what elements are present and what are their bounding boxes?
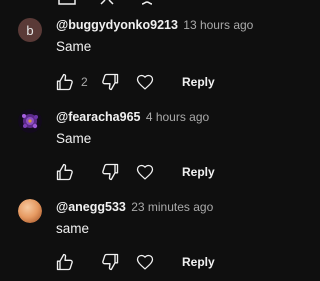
like-button[interactable]: 2	[55, 72, 88, 92]
thumb-up-icon[interactable]	[57, 0, 77, 5]
avatar[interactable]	[18, 199, 42, 223]
thumb-up-icon	[55, 72, 75, 92]
thumb-up-icon	[55, 252, 75, 272]
heart-icon	[135, 72, 155, 92]
reply-button[interactable]: Reply	[182, 72, 215, 92]
comment-header: @anegg533 23 minutes ago	[56, 199, 213, 215]
comment-text: Same	[56, 39, 92, 54]
dislike-button[interactable]	[100, 252, 120, 272]
comment-item: @fearacha965 4 hours ago Same Reply	[0, 109, 285, 189]
comment-actions: Reply	[55, 252, 275, 272]
avatar-letter: b	[26, 22, 34, 38]
dislike-button[interactable]	[100, 162, 120, 182]
thumb-down-icon	[100, 162, 120, 182]
thumb-down-icon	[100, 72, 120, 92]
previous-comment-actions	[57, 0, 157, 5]
comment-header: @buggydyonko9213 13 hours ago	[56, 17, 253, 33]
like-button[interactable]	[55, 162, 75, 182]
comment-actions: Reply	[55, 162, 275, 182]
avatar[interactable]	[18, 109, 42, 133]
heart-icon	[135, 162, 155, 182]
thumb-down-icon[interactable]	[97, 0, 117, 5]
comment-item: @anegg533 23 minutes ago same Reply	[0, 199, 285, 279]
reply-button[interactable]: Reply	[182, 252, 215, 272]
heart-icon	[135, 252, 155, 272]
avatar-image	[18, 109, 42, 133]
comment-author[interactable]: @anegg533	[56, 200, 126, 214]
like-count: 2	[81, 75, 88, 89]
comment-item: b @buggydyonko9213 13 hours ago Same 2 R…	[0, 17, 285, 97]
comment-timestamp[interactable]: 4 hours ago	[146, 110, 209, 124]
comment-header: @fearacha965 4 hours ago	[56, 109, 209, 125]
thumb-down-icon	[100, 252, 120, 272]
comment-text: same	[56, 221, 90, 236]
thumb-up-icon	[55, 162, 75, 182]
dislike-button[interactable]	[100, 72, 120, 92]
comment-author[interactable]: @buggydyonko9213	[56, 18, 178, 32]
like-button[interactable]	[55, 252, 75, 272]
heart-button[interactable]	[135, 162, 155, 182]
comment-author[interactable]: @fearacha965	[56, 110, 140, 124]
comment-actions: 2 Reply	[55, 72, 275, 92]
reply-button[interactable]: Reply	[182, 162, 215, 182]
avatar[interactable]: b	[18, 18, 42, 42]
comment-timestamp[interactable]: 23 minutes ago	[131, 200, 213, 214]
heart-button[interactable]	[135, 252, 155, 272]
heart-icon[interactable]	[137, 0, 157, 5]
heart-button[interactable]	[135, 72, 155, 92]
comment-timestamp[interactable]: 13 hours ago	[183, 18, 253, 32]
avatar-image	[18, 199, 42, 223]
comment-text: Same	[56, 131, 92, 146]
